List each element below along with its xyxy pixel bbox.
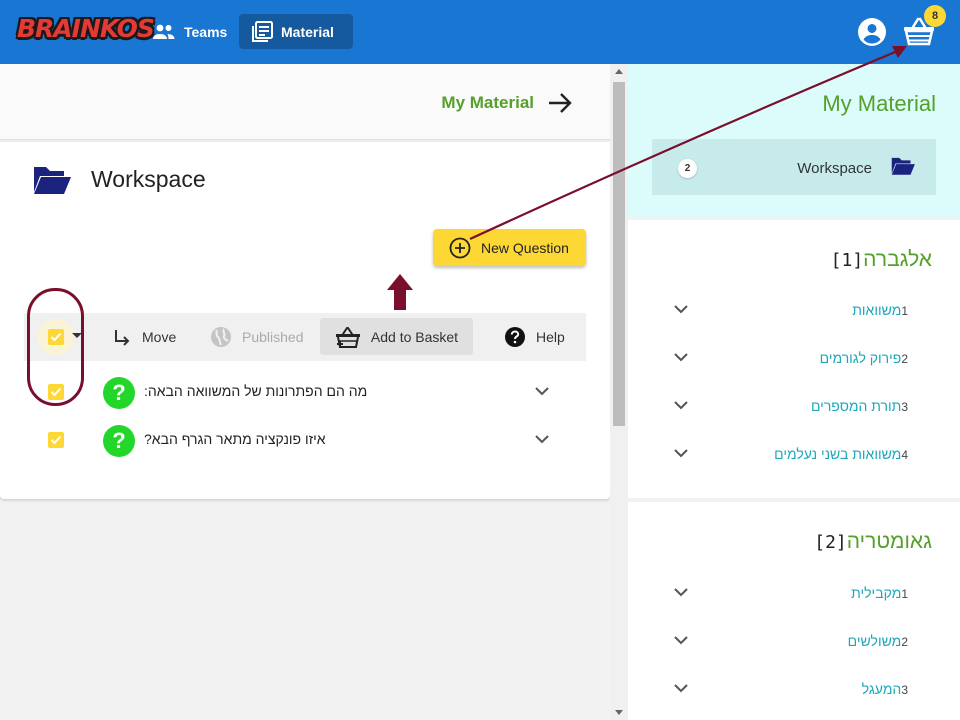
topic-link[interactable]: 2משולשים xyxy=(848,633,908,649)
sidebar-item-workspace[interactable]: 2 Workspace xyxy=(652,139,936,195)
question-text[interactable]: איזו פונקציה מתאר הגרף הבא? xyxy=(144,431,326,447)
my-material-header: My Material xyxy=(0,64,610,140)
top-app-bar: BRAINKOS Teams Material 8 xyxy=(0,0,960,64)
chevron-down-icon[interactable] xyxy=(674,588,688,597)
nav-teams-label: Teams xyxy=(184,23,228,40)
add-to-basket-label: Add to Basket xyxy=(370,328,459,345)
annotation-highlight-ellipse xyxy=(27,288,84,406)
basket-add-icon xyxy=(335,326,360,348)
chevron-down-icon[interactable] xyxy=(674,353,688,362)
section-title-text: אלגברה xyxy=(863,248,932,271)
sidebar-title: My Material xyxy=(822,91,936,116)
help-button[interactable]: Help xyxy=(504,313,565,361)
add-circle-icon xyxy=(449,237,471,258)
scrollbar-thumb[interactable] xyxy=(613,82,625,426)
list-item[interactable]: 4משוואות בשני נעלמים xyxy=(628,440,960,470)
new-question-button[interactable]: New Question xyxy=(433,229,586,266)
workspace-card: Workspace New Question Move Published Ad… xyxy=(0,142,610,499)
workspace-count-badge: 2 xyxy=(678,159,697,178)
move-label: Move xyxy=(142,329,177,345)
basket-count-badge: 8 xyxy=(924,5,946,27)
topic-link[interactable]: 2פירוק לגורמים xyxy=(820,350,908,366)
published-button[interactable]: Published xyxy=(210,313,304,361)
chevron-down-icon[interactable] xyxy=(674,636,688,645)
subdirectory-arrow-icon xyxy=(115,330,130,346)
scroll-up-arrow-icon[interactable] xyxy=(615,69,623,74)
question-checkbox[interactable] xyxy=(48,432,64,448)
vertical-scrollbar[interactable] xyxy=(610,64,628,720)
topic-link[interactable]: 3המעגל xyxy=(862,681,908,697)
chevron-down-icon[interactable] xyxy=(674,684,688,693)
question-mark-icon: ? xyxy=(103,425,135,457)
published-label: Published xyxy=(242,329,304,345)
section-number: [2] xyxy=(814,532,847,553)
list-item[interactable]: 1משוואות xyxy=(628,296,960,326)
topic-link[interactable]: 4משוואות בשני נעלמים xyxy=(774,446,908,462)
folder-open-icon xyxy=(34,167,71,194)
library-books-icon xyxy=(252,20,273,42)
my-material-link[interactable]: My Material xyxy=(441,93,534,113)
topic-link[interactable]: 1משוואות xyxy=(852,302,908,318)
scroll-down-arrow-icon[interactable] xyxy=(615,710,623,715)
chevron-down-icon[interactable] xyxy=(674,449,688,458)
new-question-label: New Question xyxy=(481,239,569,256)
nav-material-label: Material xyxy=(281,23,334,40)
annotation-up-arrow-icon xyxy=(387,274,413,310)
list-item[interactable]: 2פירוק לגורמים xyxy=(628,344,960,374)
chevron-down-icon[interactable] xyxy=(674,305,688,314)
subject-section-geometry: גאומטריה[2] 1מקבילית 2משולשים 3המעגל xyxy=(628,502,960,720)
folder-open-icon xyxy=(891,157,915,175)
arrow-right-icon[interactable] xyxy=(546,91,574,115)
add-to-basket-button[interactable]: Add to Basket xyxy=(320,318,473,355)
brainkos-logo[interactable]: BRAINKOS xyxy=(17,14,155,43)
sidebar-item-label: Workspace xyxy=(797,160,872,177)
help-label: Help xyxy=(536,329,565,345)
help-circle-icon xyxy=(505,327,525,347)
list-item[interactable]: ? איזו פונקציה מתאר הגרף הבא? xyxy=(0,420,610,460)
globe-icon xyxy=(211,327,231,347)
chevron-down-icon[interactable] xyxy=(674,401,688,410)
move-button[interactable]: Move xyxy=(112,313,176,361)
chevron-down-icon[interactable] xyxy=(535,435,549,444)
section-title[interactable]: אלגברה[1] xyxy=(831,248,932,272)
list-item[interactable]: 3המעגל xyxy=(628,675,960,705)
nav-teams-button[interactable]: Teams xyxy=(140,14,239,49)
my-material-sidebar-header: My Material 2 Workspace xyxy=(628,64,960,218)
people-icon xyxy=(153,24,175,39)
topic-link[interactable]: 1מקבילית xyxy=(851,585,908,601)
list-item[interactable]: 3תורת המספרים xyxy=(628,392,960,422)
nav-material-button[interactable]: Material xyxy=(239,14,353,49)
question-text[interactable]: מה הם הפתרונות של המשוואה הבאה: xyxy=(144,383,367,399)
list-item[interactable]: 2משולשים xyxy=(628,627,960,657)
right-panel: My Material 2 Workspace אלגברה[1] 1משווא… xyxy=(628,64,960,720)
workspace-title: Workspace xyxy=(91,166,206,192)
left-panel: My Material Workspace New Question Move … xyxy=(0,64,610,720)
list-item[interactable]: 1מקבילית xyxy=(628,579,960,609)
question-mark-icon: ? xyxy=(103,377,135,409)
subject-section-algebra: אלגברה[1] 1משוואות 2פירוק לגורמים 3תורת … xyxy=(628,220,960,498)
section-title-text: גאומטריה xyxy=(846,530,932,553)
question-toolbar: Move Published Add to Basket Help xyxy=(24,313,586,361)
chevron-down-icon[interactable] xyxy=(535,387,549,396)
section-number: [1] xyxy=(830,250,864,271)
section-title[interactable]: גאומטריה[2] xyxy=(814,530,932,554)
account-circle-icon[interactable] xyxy=(857,17,887,47)
topic-link[interactable]: 3תורת המספרים xyxy=(811,398,908,414)
list-item[interactable]: ? מה הם הפתרונות של המשוואה הבאה: xyxy=(0,372,610,412)
